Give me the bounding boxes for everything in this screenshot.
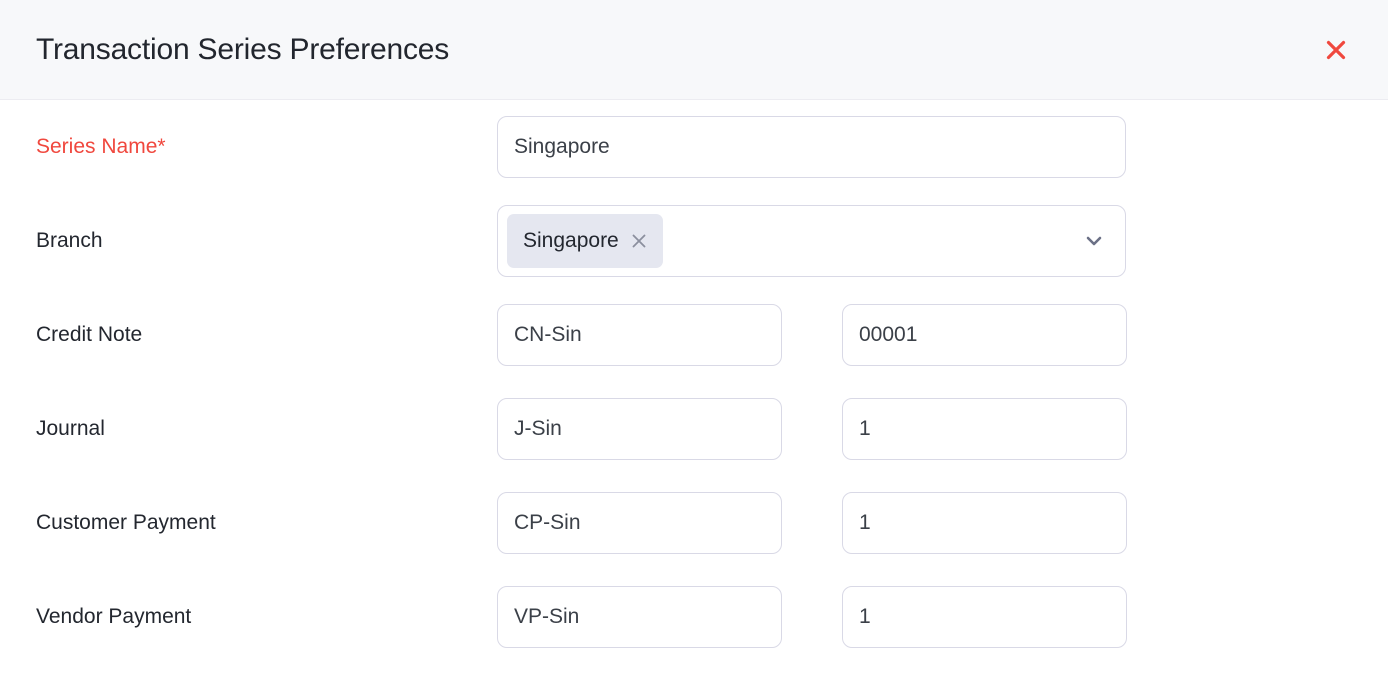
vendor-payment-number-input[interactable]: 1 [842,586,1127,648]
row-fields: VP-Sin 1 [497,586,1127,648]
branch-fields: Singapore [497,205,1126,277]
series-rows: Credit Note CN-Sin 00001 Journal J-Sin 1… [0,288,1388,664]
form-row-branch: Branch Singapore [0,194,1388,288]
customer-payment-prefix-input[interactable]: CP-Sin [497,492,782,554]
vendor-payment-prefix-input[interactable]: VP-Sin [497,586,782,648]
journal-prefix-input[interactable]: J-Sin [497,398,782,460]
credit-note-label: Credit Note [36,322,497,348]
transaction-series-preferences-dialog: Transaction Series Preferences Series Na… [0,0,1388,692]
dialog-header: Transaction Series Preferences [0,0,1388,100]
row-fields: J-Sin 1 [497,398,1127,460]
row-fields: CN-Sin 00001 [497,304,1127,366]
series-name-input[interactable]: Singapore [497,116,1126,178]
series-name-fields: Singapore [497,116,1126,178]
form-row-credit-note: Credit Note CN-Sin 00001 [0,288,1388,382]
vendor-payment-label: Vendor Payment [36,604,497,630]
form-row-vendor-payment: Vendor Payment VP-Sin 1 [0,570,1388,664]
credit-note-number-input[interactable]: 00001 [842,304,1127,366]
chevron-down-icon[interactable] [1081,228,1107,254]
page-title: Transaction Series Preferences [36,32,449,68]
branch-chip-label: Singapore [523,229,619,253]
close-button[interactable] [1314,28,1358,72]
row-fields: CP-Sin 1 [497,492,1127,554]
credit-note-prefix-input[interactable]: CN-Sin [497,304,782,366]
branch-multiselect[interactable]: Singapore [497,205,1126,277]
journal-number-input[interactable]: 1 [842,398,1127,460]
chip-close-icon[interactable] [629,231,649,251]
form-row-journal: Journal J-Sin 1 [0,382,1388,476]
customer-payment-number-input[interactable]: 1 [842,492,1127,554]
form-row-customer-payment: Customer Payment CP-Sin 1 [0,476,1388,570]
branch-label: Branch [36,228,497,254]
journal-label: Journal [36,416,497,442]
customer-payment-label: Customer Payment [36,510,497,536]
form-row-series-name: Series Name* Singapore [0,100,1388,194]
branch-chip-singapore[interactable]: Singapore [507,214,663,268]
series-name-label: Series Name* [36,134,497,160]
close-icon [1322,36,1350,64]
dialog-body: Series Name* Singapore Branch Singapore [0,100,1388,692]
